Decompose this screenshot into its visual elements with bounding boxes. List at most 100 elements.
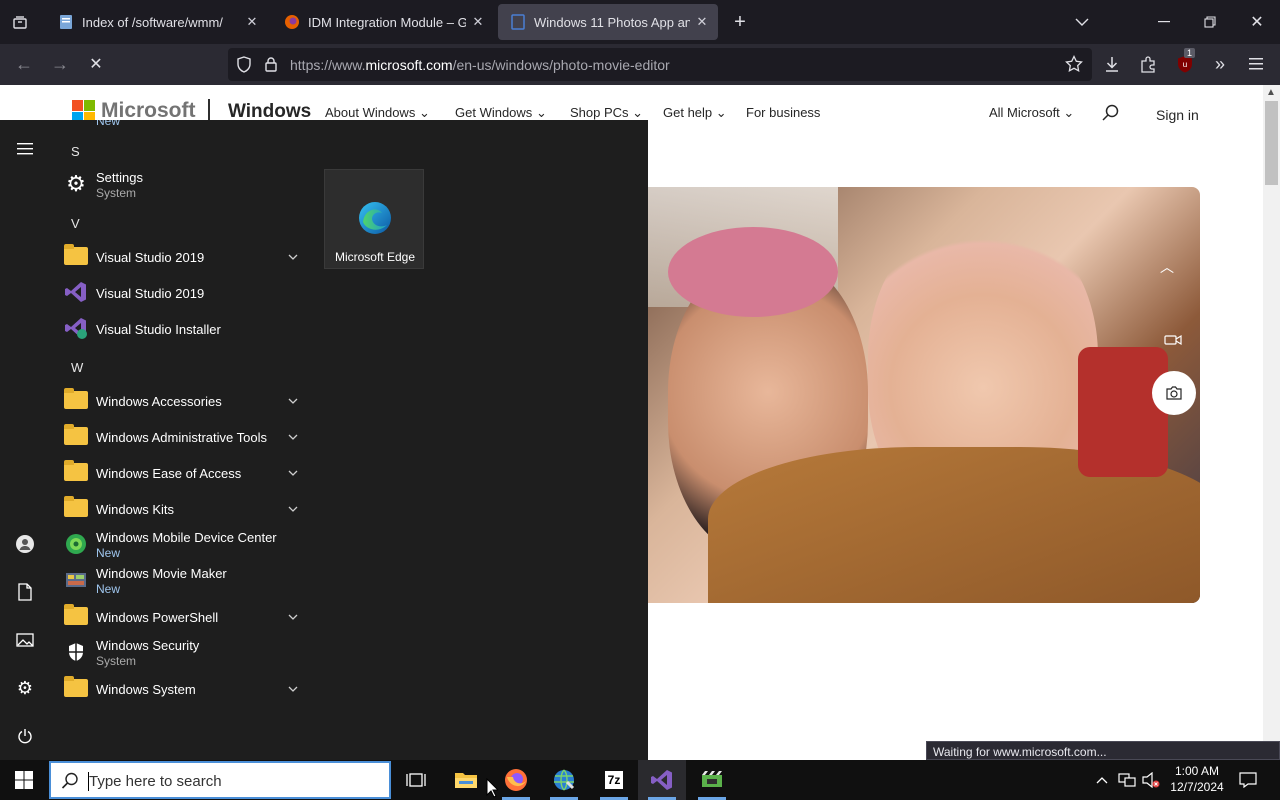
nav-shop-pcs[interactable]: Shop PCs ⌄ xyxy=(570,105,643,121)
chevron-down-icon xyxy=(288,463,298,481)
more-tools-icon[interactable]: » xyxy=(1208,52,1232,76)
start-menu: ⚙ New S ⚙ Settings System V Visual Studi… xyxy=(0,120,648,760)
chevron-down-icon: ⌄ xyxy=(715,105,727,120)
network-icon[interactable] xyxy=(1116,768,1138,792)
letter-header-s[interactable]: S xyxy=(71,144,80,159)
sign-in-link[interactable]: Sign in xyxy=(1156,107,1199,123)
pictures-icon[interactable] xyxy=(13,628,37,652)
close-icon[interactable]: ✕ xyxy=(240,10,264,34)
nav-get-help[interactable]: Get help ⌄ xyxy=(663,105,727,121)
taskbar-idm[interactable] xyxy=(540,760,588,800)
gear-icon: ⚙ xyxy=(66,171,86,196)
tab-overview-icon[interactable] xyxy=(6,10,34,34)
user-account-icon[interactable] xyxy=(13,532,37,556)
taskbar-7zip[interactable]: 7z xyxy=(590,760,638,800)
app-name: Windows Movie Maker xyxy=(96,566,227,581)
app-windows-movie-maker[interactable]: Windows Movie Maker New xyxy=(60,562,310,598)
tab-index-software-wmm[interactable]: Index of /software/wmm/ ✕ xyxy=(46,4,268,40)
tab-windows-photos[interactable]: Windows 11 Photos App and C ✕ xyxy=(498,4,718,40)
app-name: Settings xyxy=(96,170,143,185)
url-bar[interactable]: https://www.microsoft.com/en-us/windows/… xyxy=(228,48,1092,81)
app-name: Windows Security xyxy=(96,638,200,653)
app-folder-windows-system[interactable]: Windows System xyxy=(60,670,310,706)
scroll-up-chevron-icon[interactable]: ︿ xyxy=(1160,257,1174,277)
app-visual-studio-installer[interactable]: Visual Studio Installer xyxy=(60,310,310,346)
photo-pink-beret xyxy=(668,227,838,317)
app-windows-mobile-device-center[interactable]: Windows Mobile Device Center New xyxy=(60,526,310,562)
folder-icon xyxy=(64,604,88,626)
ublock-extension-icon[interactable]: u 1 xyxy=(1172,48,1198,78)
taskbar-file-explorer[interactable] xyxy=(442,760,490,800)
scrollbar-thumb[interactable] xyxy=(1265,101,1278,185)
app-folder-windows-administrative-tools[interactable]: Windows Administrative Tools xyxy=(60,418,310,454)
nav-get-windows[interactable]: Get Windows ⌄ xyxy=(455,105,547,121)
video-icon[interactable] xyxy=(1164,333,1182,351)
forward-arrow-icon[interactable]: → xyxy=(48,52,72,76)
close-window-button[interactable]: ✕ xyxy=(1243,8,1271,36)
app-name: Windows Kits xyxy=(96,502,175,517)
downloads-icon[interactable] xyxy=(1100,52,1124,76)
scroll-up-arrow-icon[interactable]: ▲ xyxy=(1266,87,1276,98)
list-all-tabs-icon[interactable] xyxy=(1070,10,1094,34)
notifications-icon[interactable] xyxy=(1236,768,1260,792)
chevron-down-icon xyxy=(288,247,298,265)
tracking-shield-icon[interactable] xyxy=(236,56,252,79)
minimize-button[interactable] xyxy=(1150,8,1178,36)
movie-maker-icon xyxy=(64,570,88,590)
close-icon[interactable]: ✕ xyxy=(466,10,490,34)
app-folder-windows-kits[interactable]: Windows Kits xyxy=(60,490,310,526)
letter-header-v[interactable]: V xyxy=(71,216,80,231)
app-folder-windows-accessories[interactable]: Windows Accessories xyxy=(60,382,310,418)
volume-muted-icon[interactable] xyxy=(1140,768,1162,792)
url-text[interactable]: https://www.microsoft.com/en-us/windows/… xyxy=(290,57,670,73)
visual-studio-icon xyxy=(651,770,672,790)
app-folder-visual-studio-2019[interactable]: Visual Studio 2019 xyxy=(60,238,310,274)
tile-microsoft-edge[interactable]: Microsoft Edge xyxy=(324,169,424,269)
taskbar-visual-studio[interactable] xyxy=(638,760,686,800)
app-folder-windows-powershell[interactable]: Windows PowerShell xyxy=(60,598,310,634)
task-view-button[interactable] xyxy=(392,760,440,800)
close-icon[interactable]: ✕ xyxy=(690,10,714,34)
show-hidden-icons-chevron-icon[interactable] xyxy=(1092,768,1112,792)
firefox-addon-icon xyxy=(284,14,300,30)
chevron-down-icon xyxy=(288,607,298,625)
search-icon[interactable] xyxy=(1102,104,1120,127)
app-name: Windows System xyxy=(96,682,196,697)
extensions-icon[interactable] xyxy=(1136,52,1160,76)
clock-time: 1:00 AM xyxy=(1174,764,1220,778)
windows-start-button[interactable] xyxy=(0,760,48,800)
app-folder-windows-ease-of-access[interactable]: Windows Ease of Access xyxy=(60,454,310,490)
new-tab-button[interactable]: + xyxy=(728,10,752,34)
page-scrollbar[interactable]: ▲ xyxy=(1263,85,1280,760)
7zip-icon: 7z xyxy=(604,771,624,789)
chevron-down-icon xyxy=(288,427,298,445)
folder-icon xyxy=(64,676,88,698)
all-microsoft-menu[interactable]: All Microsoft ⌄ xyxy=(989,105,1074,121)
hamburger-menu-icon[interactable] xyxy=(1244,52,1268,76)
app-visual-studio-2019[interactable]: Visual Studio 2019 xyxy=(60,274,310,310)
nav-for-business[interactable]: For business xyxy=(746,105,820,120)
power-icon[interactable] xyxy=(13,724,37,748)
documents-icon[interactable] xyxy=(13,580,37,604)
bookmark-star-icon[interactable] xyxy=(1062,52,1086,76)
taskbar-firefox[interactable] xyxy=(492,760,540,800)
tab-label: Index of /software/wmm/ xyxy=(82,14,223,30)
nav-about-windows[interactable]: About Windows ⌄ xyxy=(325,105,430,121)
stop-loading-icon[interactable]: ✕ xyxy=(84,52,108,76)
app-windows-security[interactable]: Windows Security System xyxy=(60,634,310,670)
mouse-cursor xyxy=(486,777,500,803)
settings-gear-icon[interactable]: ⚙ xyxy=(13,676,37,700)
tab-idm-integration[interactable]: IDM Integration Module – Get t ✕ xyxy=(272,4,494,40)
taskbar-search-input[interactable]: Type here to search xyxy=(49,761,391,799)
system-clock[interactable]: 1:00 AM 12/7/2024 xyxy=(1164,763,1230,795)
hamburger-menu-icon[interactable] xyxy=(13,137,37,161)
movie-maker-icon xyxy=(702,771,722,787)
search-placeholder: Type here to search xyxy=(89,773,222,790)
letter-header-w[interactable]: W xyxy=(71,360,83,375)
camera-button[interactable] xyxy=(1152,371,1196,415)
back-arrow-icon[interactable]: ← xyxy=(12,52,36,76)
restore-button[interactable] xyxy=(1196,8,1224,36)
lock-icon[interactable] xyxy=(264,56,278,77)
taskbar-movie-maker[interactable] xyxy=(688,760,736,800)
app-settings[interactable]: ⚙ Settings System xyxy=(60,166,310,202)
